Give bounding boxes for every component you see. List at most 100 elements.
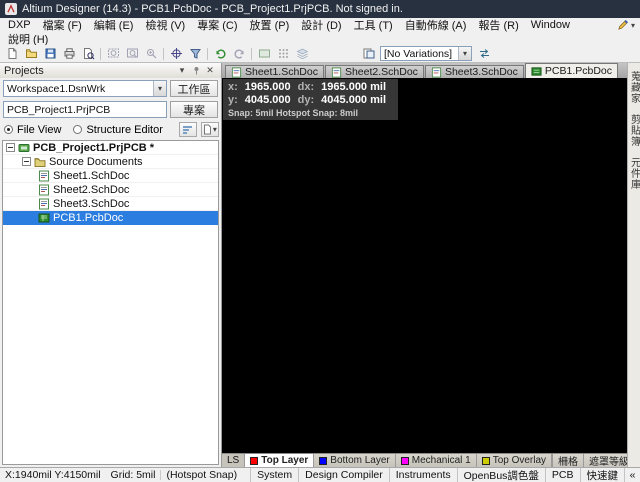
main-region: Projects ▾ ✕ Workspace1.DsnWrk ▾ 工作區 PCB…	[0, 63, 640, 467]
project-button[interactable]: 專案	[170, 101, 218, 118]
zoom-selection-icon	[145, 47, 158, 60]
menu-item-place[interactable]: 放置 (P)	[244, 18, 296, 32]
zoom-fit-button[interactable]	[104, 46, 122, 62]
grid-button[interactable]	[274, 46, 292, 62]
document-tab-pcb1[interactable]: PCB1.PcbDoc	[524, 63, 619, 78]
document-tab-sheet2[interactable]: Sheet2.SchDoc	[324, 65, 424, 78]
panel-tab-favorites[interactable]: 蒐藏家	[627, 66, 640, 109]
pcb-icon	[531, 66, 542, 77]
new-document-icon	[6, 47, 19, 60]
panel-close-button[interactable]: ✕	[203, 65, 217, 77]
project-field[interactable]: PCB_Project1.PrjPCB	[3, 101, 167, 118]
layer-tab-top-overlay[interactable]: Top Overlay	[476, 454, 553, 467]
panel-group-instruments[interactable]: Instruments	[388, 468, 457, 482]
tree-item-project[interactable]: PCB_Project1.PrjPCB *	[3, 141, 218, 155]
print-button[interactable]	[60, 46, 78, 62]
file-view-radio[interactable]	[4, 125, 13, 134]
layer-sets-button[interactable]: LS	[222, 454, 246, 467]
panel-group-openbus[interactable]: OpenBus調色盤	[456, 468, 545, 482]
zoom-selection-button[interactable]	[142, 46, 160, 62]
redo-button[interactable]	[230, 46, 248, 62]
layer-tab-bottom-layer[interactable]: Bottom Layer	[314, 454, 396, 467]
workspace-button[interactable]: 工作區	[170, 80, 218, 97]
view-mode-row: File View Structure Editor ▾	[0, 120, 221, 140]
zoom-area-button[interactable]	[123, 46, 141, 62]
structure-editor-label: Structure Editor	[86, 123, 163, 136]
menu-item-tools[interactable]: 工具 (T)	[348, 18, 399, 32]
collapse-icon[interactable]	[22, 157, 31, 166]
panel-group-pcb[interactable]: PCB	[544, 468, 580, 482]
collapse-panels-button[interactable]: «	[624, 468, 640, 482]
workspace-row: Workspace1.DsnWrk ▾ 工作區	[0, 78, 221, 99]
menu-item-reports[interactable]: 報告 (R)	[472, 18, 524, 32]
layer-color-swatch	[400, 456, 409, 465]
layer-tab-bar: LS Top Layer Bottom Layer Mechanical 1 T…	[222, 453, 627, 467]
zoom-fit-icon	[107, 47, 120, 60]
quick-edit-button[interactable]: ▾	[612, 19, 640, 31]
schematic-icon	[331, 66, 342, 78]
grid-settings-button[interactable]: 柵格	[552, 454, 584, 467]
status-bar: X:1940mil Y:4150mil Grid: 5mil (Hotspot …	[0, 467, 640, 482]
mask-level-button[interactable]: 遮罩等級	[583, 454, 627, 467]
workspace-select[interactable]: Workspace1.DsnWrk ▾	[3, 80, 167, 97]
cursor-coordinates: X:1940mil Y:4150mil	[5, 469, 101, 481]
panel-group-design-compiler[interactable]: Design Compiler	[298, 468, 389, 482]
document-tab-sheet3[interactable]: Sheet3.SchDoc	[424, 65, 524, 78]
board-shape-button[interactable]	[255, 46, 273, 62]
document-tab-label: Sheet1.SchDoc	[245, 66, 318, 78]
app-icon	[5, 3, 17, 15]
cross-probe-button[interactable]	[167, 46, 185, 62]
undo-button[interactable]	[211, 46, 229, 62]
document-tab-sheet1[interactable]: Sheet1.SchDoc	[225, 65, 324, 78]
hud-dy-value: 4045.000 mil	[321, 94, 387, 106]
pcb-canvas[interactable]: x: 1965.000 dx: 1965.000 mil y: 4045.000…	[222, 78, 627, 453]
print-preview-button[interactable]	[79, 46, 97, 62]
pencil-icon	[617, 19, 629, 31]
menu-item-window[interactable]: Window	[525, 18, 576, 32]
compare-button[interactable]	[475, 46, 493, 62]
sort-button[interactable]	[178, 122, 197, 137]
save-button[interactable]	[41, 46, 59, 62]
title-bar: Altium Designer (14.3) - PCB1.PcbDoc - P…	[0, 0, 640, 18]
variant-button[interactable]	[359, 46, 377, 62]
menu-item-design[interactable]: 設計 (D)	[295, 18, 347, 32]
new-document-button[interactable]	[3, 46, 21, 62]
collapse-icon[interactable]	[6, 143, 15, 152]
variations-select[interactable]: [No Variations] ▾	[380, 46, 472, 61]
structure-editor-radio[interactable]	[73, 125, 83, 134]
panel-pin-button[interactable]	[189, 65, 203, 77]
hud-dy-label: dy:	[297, 94, 315, 106]
panel-group-system[interactable]: System	[250, 468, 298, 482]
menu-item-project[interactable]: 專案 (C)	[191, 18, 243, 32]
board-shape-icon	[258, 47, 271, 60]
panel-menu-button[interactable]: ▾	[175, 65, 189, 77]
tree-item-sheet3[interactable]: Sheet3.SchDoc	[3, 197, 218, 211]
grid-readout: Grid: 5mil	[110, 469, 156, 481]
panel-tab-libraries[interactable]: 元件庫	[627, 152, 640, 195]
tree-item-pcb1[interactable]: PCB1.PcbDoc	[3, 211, 218, 225]
layer-tab-mechanical-1[interactable]: Mechanical 1	[395, 454, 477, 467]
menu-item-help[interactable]: 說明 (H)	[2, 32, 54, 46]
hud-y-value: 4045.000	[244, 94, 291, 106]
document-tab-label: Sheet3.SchDoc	[444, 66, 518, 78]
panel-tab-clipboard[interactable]: 剪貼簿	[627, 109, 640, 152]
schematic-icon	[38, 198, 50, 210]
layer-stack-button[interactable]	[293, 46, 311, 62]
menu-item-autoroute[interactable]: 自動佈線 (A)	[399, 18, 473, 32]
tree-item-source-documents[interactable]: Source Documents	[3, 155, 218, 169]
file-view-label: File View	[17, 123, 62, 136]
layer-tab-top-layer[interactable]: Top Layer	[245, 454, 315, 467]
menu-item-view[interactable]: 檢視 (V)	[139, 18, 191, 32]
pin-icon	[192, 66, 201, 75]
hud-dx-value: 1965.000 mil	[321, 81, 387, 93]
document-options-button[interactable]: ▾	[200, 122, 219, 137]
tree-item-sheet2[interactable]: Sheet2.SchDoc	[3, 183, 218, 197]
menu-item-edit[interactable]: 編輯 (E)	[88, 18, 140, 32]
filter-button[interactable]	[186, 46, 204, 62]
project-row: PCB_Project1.PrjPCB 專案	[0, 99, 221, 120]
toolbar-separator	[163, 47, 164, 60]
open-button[interactable]	[22, 46, 40, 62]
panel-group-shortcuts[interactable]: 快速鍵	[579, 468, 625, 482]
menu-bar-row2: 說明 (H)	[0, 32, 640, 46]
tree-item-sheet1[interactable]: Sheet1.SchDoc	[3, 169, 218, 183]
